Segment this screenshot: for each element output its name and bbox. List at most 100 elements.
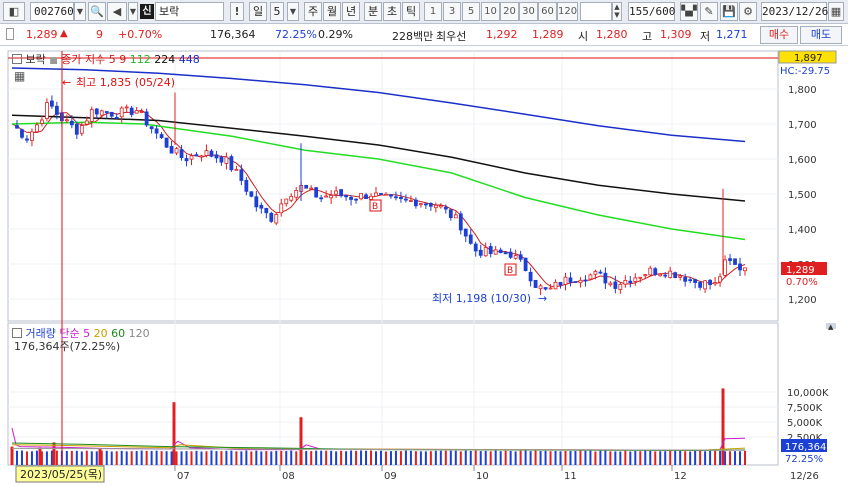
legend-checkbox[interactable] <box>12 54 22 64</box>
candle-body <box>224 156 229 164</box>
volume-bar <box>634 451 637 465</box>
chart-area[interactable]: B B ← 최고 1,835 (05/24) 최저 1,198 (10/30) … <box>0 47 848 487</box>
period-month-button[interactable]: 월 <box>323 2 341 21</box>
candle-body <box>718 276 722 283</box>
search-icon[interactable]: 🔍 <box>88 2 106 21</box>
table-view-icon[interactable]: ▦ <box>14 69 25 83</box>
volume-bar <box>230 450 233 465</box>
collapse-toggle-icon[interactable] <box>6 28 14 40</box>
period-minute-button[interactable]: 분 <box>364 2 382 21</box>
data-count-field[interactable]: 155/600 <box>628 2 675 21</box>
candle-body <box>25 138 29 141</box>
volume-bar <box>310 451 313 465</box>
interval-spin-icon[interactable]: ▲ ▼ <box>612 2 622 21</box>
chart-settings-icon[interactable]: ▚▞ <box>680 2 698 21</box>
volume-bar <box>105 450 108 465</box>
current-volume-pct-tag: 72.25% <box>785 454 823 465</box>
stock-name-field[interactable]: 보락 <box>155 2 224 21</box>
price-change-pct: +0.70% <box>118 28 163 41</box>
volume-bar <box>399 451 402 465</box>
volume-bar <box>459 451 462 465</box>
volume-bar <box>584 450 587 465</box>
volume-bar <box>729 451 732 465</box>
candle-body <box>538 285 543 290</box>
period-second-button[interactable]: 초 <box>383 2 401 21</box>
buy-button[interactable]: 매수 <box>760 26 798 44</box>
volume-bar <box>70 450 73 465</box>
interval-custom-input[interactable] <box>580 2 612 21</box>
price-change: 9 <box>96 28 103 41</box>
stock-code-input[interactable]: 002760 <box>30 2 74 21</box>
x-tick-label: 10 <box>476 471 489 482</box>
interval-20-button[interactable]: 20 <box>500 2 519 21</box>
volume-bar <box>614 451 617 465</box>
code-dropdown-icon[interactable]: ▼ <box>74 2 86 21</box>
volume-bar <box>365 450 368 465</box>
volume-bar <box>664 451 667 465</box>
y-tick-label: 1,700 <box>788 120 817 131</box>
open-label: 시 <box>578 30 589 43</box>
volume-bar <box>654 451 657 465</box>
volume-bar <box>265 451 268 465</box>
volume-bar <box>235 451 238 465</box>
info-icon[interactable]: ! <box>230 2 244 21</box>
draw-tool-icon[interactable]: ✎ <box>700 2 718 21</box>
interval-120-button[interactable]: 120 <box>557 2 578 21</box>
period-tick-button[interactable]: 틱 <box>402 2 420 21</box>
period-dropdown-icon[interactable]: ▼ <box>287 2 299 21</box>
base-date-field[interactable]: 2023/12/26 <box>761 2 828 21</box>
chevron-up-icon[interactable]: ▲ <box>828 323 834 331</box>
legend-stock-name: 보락 <box>25 53 46 66</box>
candle-body <box>394 196 398 199</box>
interval-1-button[interactable]: 1 <box>424 2 442 21</box>
sound-icon[interactable]: ◀ <box>107 2 127 21</box>
candle-body <box>453 214 458 219</box>
volume-bar <box>404 450 407 465</box>
volume-bar <box>145 450 148 465</box>
period-year-button[interactable]: 년 <box>342 2 360 21</box>
sell-button[interactable]: 매도 <box>800 26 842 44</box>
period-day-button[interactable]: 일 <box>249 2 267 21</box>
gear-icon[interactable]: ⚙ <box>739 2 757 21</box>
interval-10-button[interactable]: 10 <box>481 2 500 21</box>
volume-bar <box>574 451 577 465</box>
legend-checkbox[interactable] <box>12 328 22 338</box>
period-count-button[interactable]: 5 <box>270 2 284 21</box>
save-icon[interactable]: 💾 <box>720 2 738 21</box>
sound-dropdown-icon[interactable]: ▼ <box>128 2 138 21</box>
high-price: 1,309 <box>660 28 692 41</box>
legend-ma-5: 5 <box>108 53 116 66</box>
candle-body <box>279 203 284 214</box>
volume-bar <box>225 450 228 465</box>
calendar-icon[interactable]: ▦ <box>828 2 844 21</box>
interval-30-button[interactable]: 30 <box>519 2 538 21</box>
candle-body <box>578 279 583 284</box>
candle-body <box>404 198 408 201</box>
volume-bar <box>639 451 642 465</box>
interval-3-button[interactable]: 3 <box>443 2 461 21</box>
period-week-button[interactable]: 주 <box>304 2 322 21</box>
candle-body <box>653 268 658 275</box>
x-tick-label: 07 <box>177 471 190 482</box>
interval-5-button[interactable]: 5 <box>462 2 480 21</box>
chart-canvas[interactable]: B B ← 최고 1,835 (05/24) 최저 1,198 (10/30) … <box>0 47 848 487</box>
interval-60-button[interactable]: 60 <box>538 2 557 21</box>
candle-body <box>15 125 19 129</box>
candle-body <box>189 155 194 160</box>
candle-body <box>304 185 309 189</box>
crosshair-date: 2023/05/25(목) <box>20 468 102 481</box>
x-axis-labels: 07 08 09 10 11 12 <box>174 465 687 482</box>
volume-bar <box>155 450 158 465</box>
volume-tick-label: 7,500K <box>787 403 823 414</box>
volume-bar <box>449 450 452 465</box>
high-label: 고 <box>642 30 653 43</box>
volume-bar <box>659 451 662 465</box>
y-tick-label: 1,500 <box>788 190 817 201</box>
candle-body <box>688 279 693 282</box>
candle-body <box>209 150 214 157</box>
volume-bar <box>559 451 562 465</box>
window-menu-icon[interactable]: ◧ <box>3 2 25 21</box>
volume-ratio: 72.25% <box>275 28 317 41</box>
candle-body <box>633 277 638 282</box>
top-value: 1,897 <box>794 53 823 64</box>
